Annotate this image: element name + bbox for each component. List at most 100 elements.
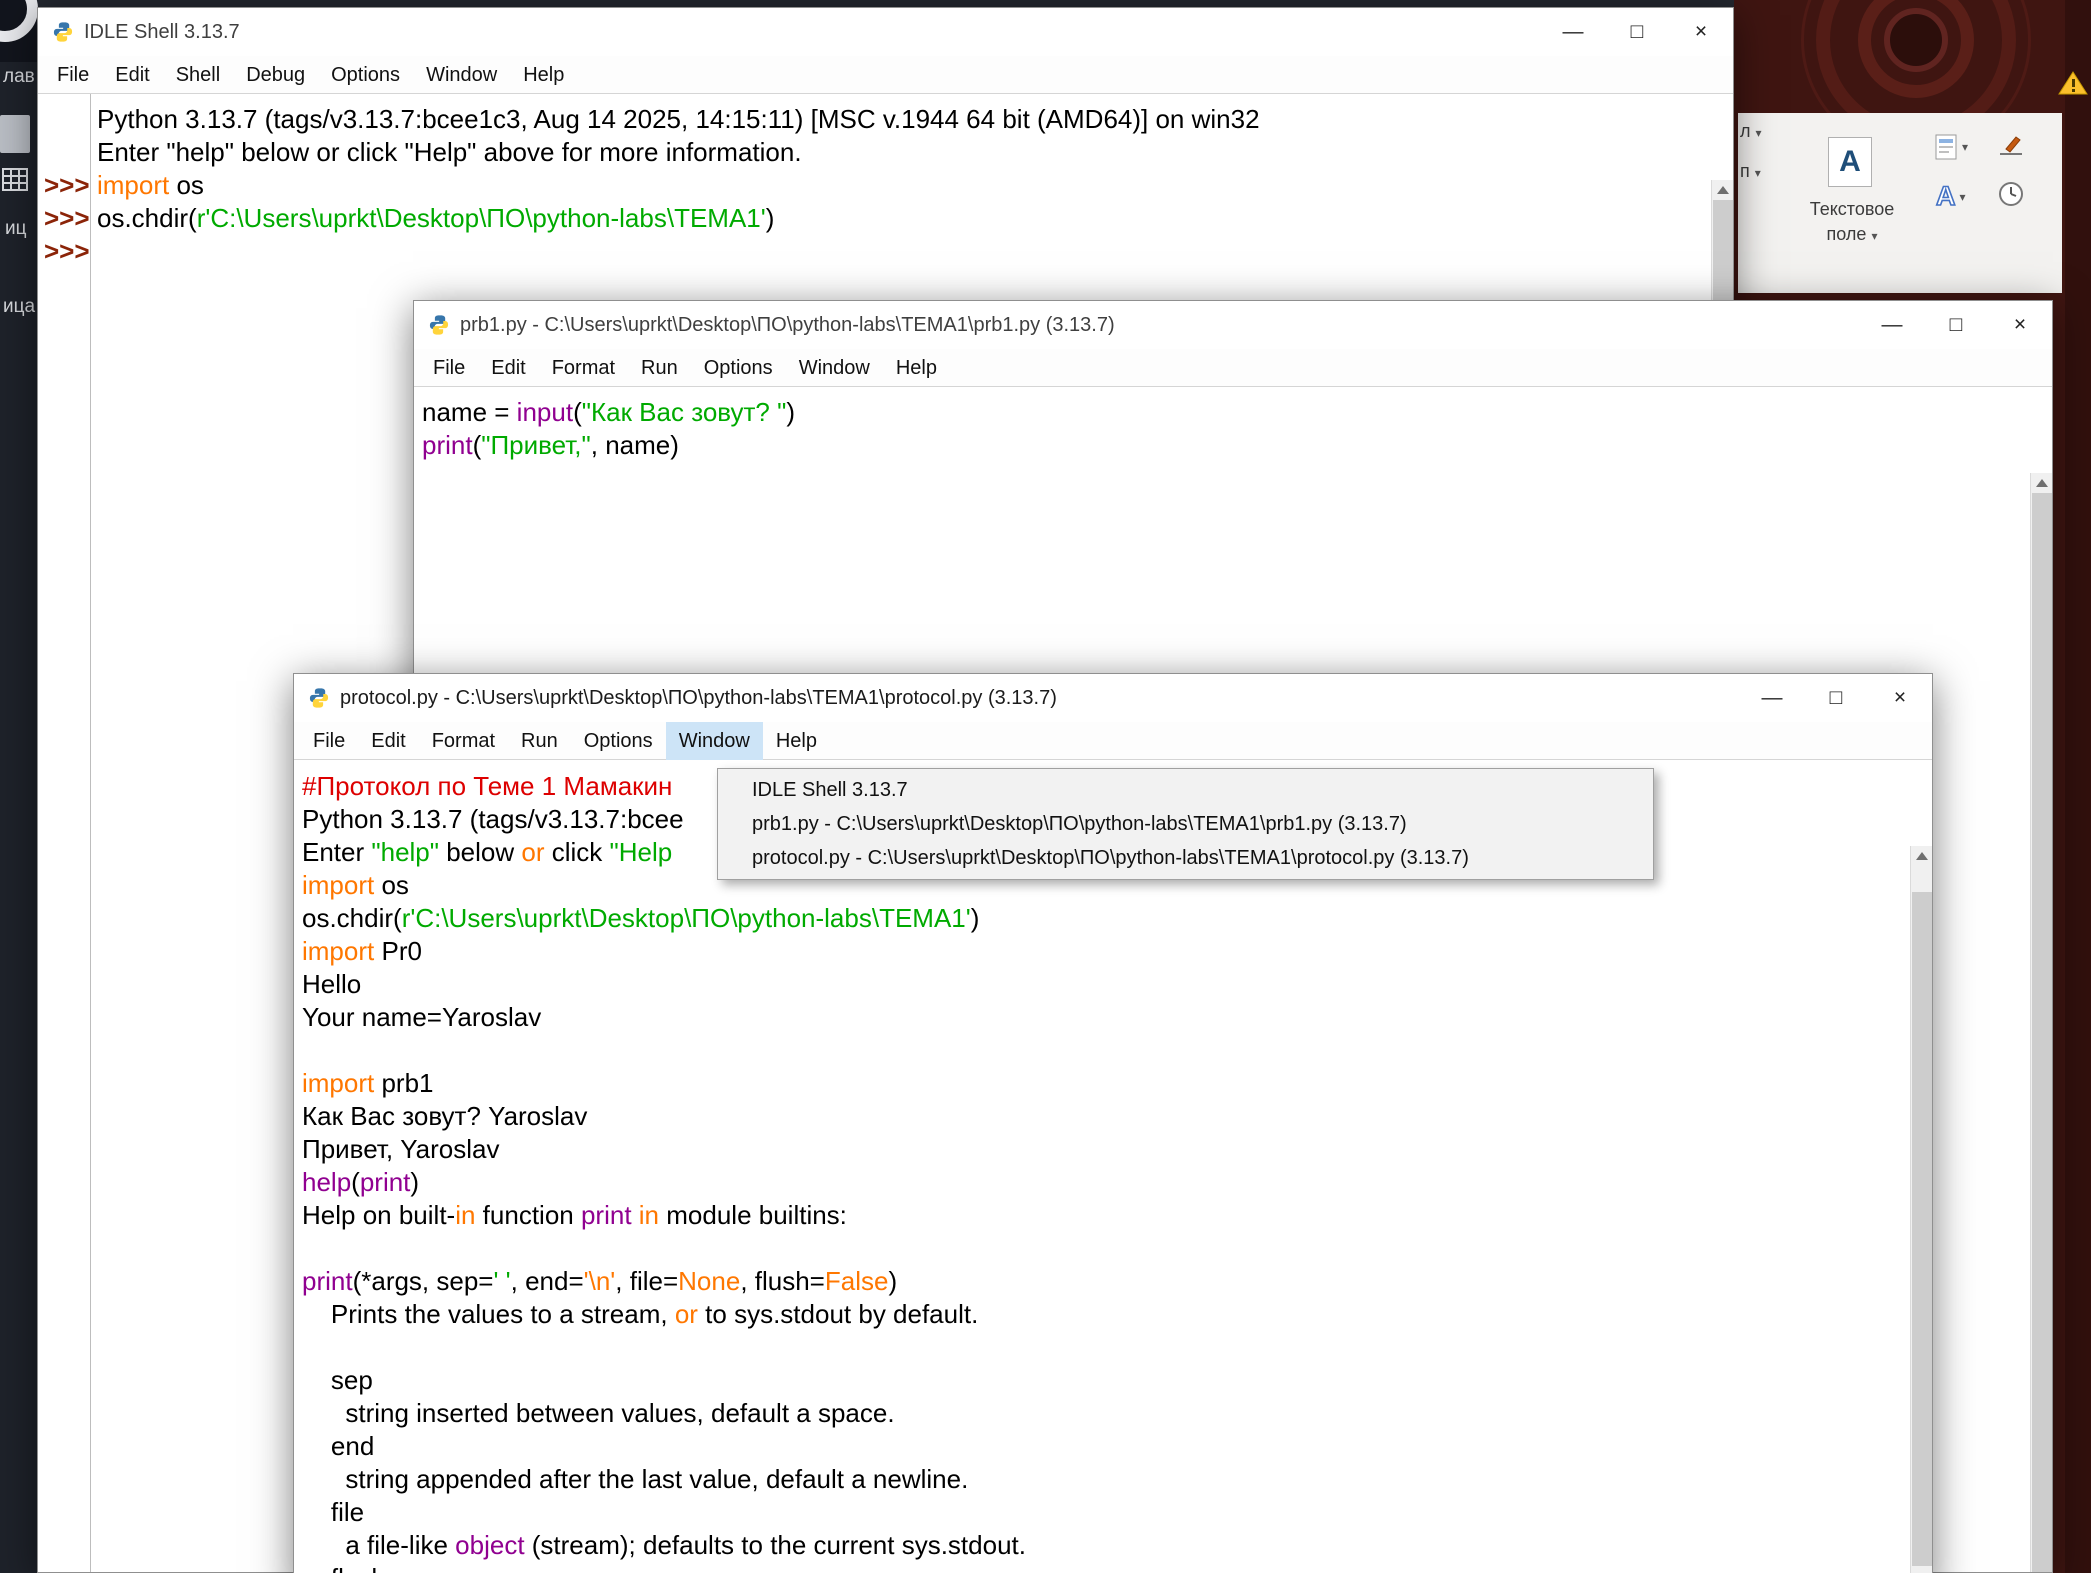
code-segment: os.chdir( xyxy=(97,203,197,233)
maximize-button[interactable]: □ xyxy=(1605,8,1669,56)
window-title: IDLE Shell 3.13.7 xyxy=(84,21,240,44)
signature-line-button[interactable] xyxy=(1998,133,2024,159)
vertical-scrollbar[interactable] xyxy=(2030,473,2052,1572)
maximize-button[interactable]: □ xyxy=(1924,301,1988,349)
menu-file[interactable]: File xyxy=(420,349,478,387)
code-segment: Prints the values to a stream, xyxy=(302,1299,675,1329)
code-segment: r'C:\Users\uprkt\Desktop\ПО\python-labs\… xyxy=(402,903,971,933)
menu-run[interactable]: Run xyxy=(508,722,571,760)
menu-edit[interactable]: Edit xyxy=(102,56,162,94)
menu-format[interactable]: Format xyxy=(539,349,628,387)
shell-prompt: >>> xyxy=(38,202,97,235)
textbox-icon[interactable]: A xyxy=(1828,137,1872,187)
code-segment: to sys.stdout by default. xyxy=(698,1299,978,1329)
code-segment: input xyxy=(517,397,573,427)
scroll-up-icon xyxy=(1717,186,1729,194)
code-segment: or xyxy=(675,1299,698,1329)
code-segment: in xyxy=(639,1200,659,1230)
window-title: prb1.py - C:\Users\uprkt\Desktop\ПО\pyth… xyxy=(460,314,1115,337)
code-line: Привет, Yaroslav xyxy=(294,1133,1909,1166)
code-segment: Python 3.13.7 (tags/v3.13.7:bcee xyxy=(302,804,684,834)
code-segment: in xyxy=(455,1200,475,1230)
menu-options[interactable]: Options xyxy=(571,722,666,760)
editor-text-area[interactable]: #Протокол по Теме 1 МамакинPython 3.13.7… xyxy=(294,760,1932,1573)
desktop-left-strip: лав иц ица xyxy=(0,0,37,1573)
scroll-up-button[interactable] xyxy=(1712,180,1733,200)
code-segment: ) xyxy=(410,1167,419,1197)
code-segment: print xyxy=(422,430,473,460)
code-line: >>>import os xyxy=(38,169,1710,202)
code-line: sep xyxy=(294,1364,1909,1397)
scroll-up-button[interactable] xyxy=(1911,846,1932,866)
menu-help[interactable]: Help xyxy=(883,349,950,387)
code-line: Python 3.13.7 (tags/v3.13.7:bcee1c3, Aug… xyxy=(38,103,1710,136)
textbox-label: Текстовое поле xyxy=(1810,199,1895,244)
title-bar: IDLE Shell 3.13.7 — □ × xyxy=(38,8,1733,56)
code-segment: prb1 xyxy=(374,1068,433,1098)
scrollbar-thumb[interactable] xyxy=(2032,493,2052,1572)
code-segment: below xyxy=(439,837,521,867)
chevron-down-icon: ▾ xyxy=(1871,229,1877,243)
menu-window[interactable]: Window xyxy=(413,56,510,94)
menu-run[interactable]: Run xyxy=(628,349,691,387)
menu-help[interactable]: Help xyxy=(763,722,830,760)
wordart-icon: A xyxy=(1936,181,1956,212)
menu-help[interactable]: Help xyxy=(510,56,577,94)
menu-edit[interactable]: Edit xyxy=(478,349,538,387)
menu-debug[interactable]: Debug xyxy=(233,56,318,94)
close-button[interactable]: × xyxy=(1988,301,2052,349)
scrollbar-thumb[interactable] xyxy=(1912,892,1932,1566)
code-line xyxy=(294,1232,1909,1265)
close-button[interactable]: × xyxy=(1868,674,1932,722)
ribbon-cut-control[interactable]: л ▾ xyxy=(1740,121,1762,142)
code-segment: import xyxy=(302,936,374,966)
code-segment: (*args, sep= xyxy=(353,1266,494,1296)
menu-window[interactable]: Window xyxy=(666,722,763,760)
dropdown-item[interactable]: protocol.py - C:\Users\uprkt\Desktop\ПО\… xyxy=(720,841,1651,875)
shell-prompt: >>> xyxy=(38,235,97,268)
menu-window[interactable]: Window xyxy=(786,349,883,387)
vertical-scrollbar[interactable] xyxy=(1910,846,1932,1573)
menu-edit[interactable]: Edit xyxy=(358,722,418,760)
close-button[interactable]: × xyxy=(1669,8,1733,56)
ribbon-cut-control[interactable]: п ▾ xyxy=(1740,161,1761,182)
chevron-down-icon: ▾ xyxy=(1960,190,1966,204)
menu-bar: FileEditShellDebugOptionsWindowHelp xyxy=(38,56,1733,94)
python-icon xyxy=(428,314,450,336)
ribbon-cut-label: п xyxy=(1740,161,1750,181)
textbox-button[interactable]: Текстовое поле ▾ xyxy=(1794,197,1910,249)
menu-options[interactable]: Options xyxy=(318,56,413,94)
menu-file[interactable]: File xyxy=(44,56,102,94)
datetime-button[interactable] xyxy=(1998,181,2024,207)
menu-shell[interactable]: Shell xyxy=(163,56,233,94)
scroll-up-button[interactable] xyxy=(2031,473,2052,493)
wordart-button[interactable]: A ▾ xyxy=(1936,181,1966,212)
maximize-button[interactable]: □ xyxy=(1804,674,1868,722)
left-text-fragment: ица xyxy=(3,296,35,318)
code-segment: ' ' xyxy=(493,1266,510,1296)
code-segment: name = xyxy=(422,397,517,427)
quickparts-button[interactable]: ▾ xyxy=(1934,133,1968,161)
code-segment: click xyxy=(545,837,610,867)
code-segment: Привет, Yaroslav xyxy=(302,1134,500,1164)
protocol-editor-window: protocol.py - C:\Users\uprkt\Desktop\ПО\… xyxy=(293,673,1933,1573)
menu-bar: FileEditFormatRunOptionsWindowHelp xyxy=(414,349,2052,387)
code-segment: (stream); defaults to the current sys.st… xyxy=(525,1530,1026,1560)
minimize-button[interactable]: — xyxy=(1541,8,1605,56)
minimize-button[interactable]: — xyxy=(1740,674,1804,722)
code-segment: Python 3.13.7 (tags/v3.13.7:bcee1c3, Aug… xyxy=(97,104,1260,134)
code-segment: "Help xyxy=(610,837,673,867)
dropdown-item[interactable]: prb1.py - C:\Users\uprkt\Desktop\ПО\pyth… xyxy=(720,807,1651,841)
code-segment: sep xyxy=(302,1365,373,1395)
menu-file[interactable]: File xyxy=(300,722,358,760)
minimize-button[interactable]: — xyxy=(1860,301,1924,349)
code-segment: "Как Вас зовут? " xyxy=(582,397,787,427)
menu-format[interactable]: Format xyxy=(419,722,508,760)
code-line: >>> xyxy=(38,235,1710,268)
menu-options[interactable]: Options xyxy=(691,349,786,387)
scroll-up-icon xyxy=(1916,852,1928,860)
dropdown-item[interactable]: IDLE Shell 3.13.7 xyxy=(720,773,1651,807)
code-segment: , end= xyxy=(511,1266,584,1296)
code-segment: os xyxy=(169,170,204,200)
left-text-fragment: иц xyxy=(5,218,27,240)
